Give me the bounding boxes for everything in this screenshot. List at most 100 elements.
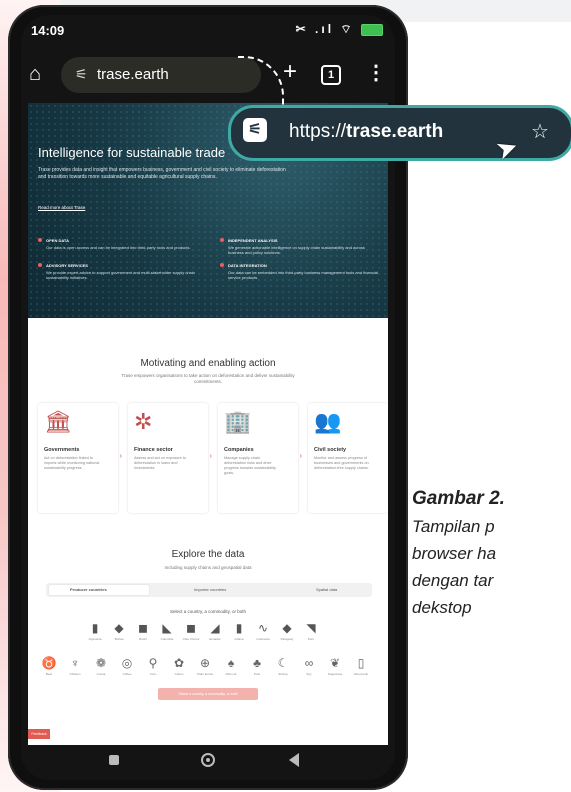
country-label: Colombia <box>160 637 174 641</box>
explore-cta-button[interactable]: Select a country, a commodity, or both <box>158 688 258 700</box>
feature-title: OPEN DATA <box>46 238 69 243</box>
status-time: 14:09 <box>31 23 65 38</box>
recent-apps-icon[interactable] <box>109 755 119 765</box>
section-subtitle: Trase empowers organisations to take act… <box>121 373 295 384</box>
card-companies[interactable]: 🏢 Companies Manage supply chain deforest… <box>218 403 302 513</box>
commodity-label: Beef <box>45 672 53 676</box>
status-bar: 14:09 ✂ .ıl ⌔ <box>21 15 395 45</box>
feature-independent-analysis: INDEPENDENT ANALYSIS We generate actionab… <box>220 238 378 255</box>
country-colombia-icon[interactable]: ◣ <box>160 621 174 635</box>
zoomed-url: https://trase.earth <box>289 121 443 143</box>
feature-open-data: OPEN DATA Our data is open access and can… <box>38 238 196 250</box>
read-more-link[interactable]: Read more about Trase <box>38 205 85 210</box>
section-title: Motivating and enabling action <box>140 358 276 369</box>
caption-title: Gambar 2. <box>412 488 505 509</box>
tab-importer-countries[interactable]: Importer countries <box>194 587 226 592</box>
sugarcane-icon[interactable]: ❦ <box>326 656 344 670</box>
country-cote-divoire-icon[interactable]: ◼ <box>184 621 198 635</box>
country-ecuador-icon[interactable]: ◢ <box>208 621 222 635</box>
wood-pulp-icon[interactable]: ▯ <box>352 656 370 670</box>
country-brazil-icon[interactable]: ◼ <box>136 621 150 635</box>
feature-text: We provide expert advice to support gove… <box>46 270 195 280</box>
chevron-right-icon: › <box>299 453 302 460</box>
commodity-label: Corn <box>149 672 157 676</box>
cotton-icon[interactable]: ✿ <box>170 656 188 670</box>
coffee-icon[interactable]: ◎ <box>118 656 136 670</box>
explore-title: Explore the data <box>171 549 245 560</box>
explore-subtitle: Including supply chains and geospatial d… <box>164 565 252 570</box>
home-button-icon[interactable] <box>201 753 215 767</box>
country-list: ▮ Argentina ◆ Bolivia ◼ Brazil ◣ Colombi… <box>88 621 338 641</box>
commodity-label: Cocoa <box>96 672 106 676</box>
feature-title: ADVISORY SERVICES <box>46 263 88 268</box>
network-icon: ✲ <box>134 409 153 434</box>
card-title: Companies <box>224 447 254 453</box>
country-label: Indonesia <box>256 637 270 641</box>
commodity-label: Sugarcane <box>327 672 343 676</box>
card-finance-sector[interactable]: ✲ Finance sector Assess and act on expos… <box>128 403 212 513</box>
corn-icon[interactable]: ⚲ <box>144 656 162 670</box>
commodity-label: Palm kernel <box>197 672 213 676</box>
feature-text: We generate actionable intelligence on s… <box>228 245 365 255</box>
hero-title: Intelligence for sustainable trade <box>38 145 226 160</box>
feature-title: INDEPENDENT ANALYSIS <box>228 238 278 243</box>
country-peru-icon[interactable]: ◥ <box>304 621 318 635</box>
card-text: Monitor and assess progress of businesse… <box>314 456 369 470</box>
figure-caption: Gambar 2. Tampilan p browser ha dengan t… <box>412 488 571 618</box>
commodity-label: Palm oil <box>225 672 237 676</box>
palm-kernel-icon[interactable]: ⊕ <box>196 656 214 670</box>
feedback-button[interactable]: Feedback <box>28 729 50 739</box>
address-bar[interactable]: ⚟ trase.earth <box>61 57 261 93</box>
commodity-label: Coffee <box>122 672 132 676</box>
more-menu-icon[interactable]: ⋮ <box>366 60 386 85</box>
chevron-right-icon: › <box>209 453 212 460</box>
card-civil-society[interactable]: 👥 Civil society Monitor and assess progr… <box>308 403 388 513</box>
web-page: Intelligence for sustainable trade Trase… <box>28 103 388 745</box>
chevron-right-icon: › <box>119 453 122 460</box>
card-governments[interactable]: 🏛 Governments Act on deforestation linke… <box>38 403 122 513</box>
commodity-list: ♉ Beef ♆ Chicken ❁ Cocoa ◎ Coffee ⚲ Corn… <box>40 656 380 680</box>
commodity-label: Pork <box>253 672 261 676</box>
select-label: Select a country, a commodity, or both <box>169 609 247 614</box>
explore-tabs: Producer countries Importer countries Sp… <box>46 583 372 597</box>
feature-bullet-icon <box>220 238 224 242</box>
country-label: Ghana <box>234 637 244 641</box>
country-label: Paraguay <box>280 637 294 641</box>
country-bolivia-icon[interactable]: ◆ <box>112 621 126 635</box>
site-settings-icon[interactable]: ⚟ <box>75 66 88 83</box>
soy-icon[interactable]: ∞ <box>300 656 318 670</box>
new-tab-icon[interactable]: + <box>283 58 297 86</box>
beef-icon[interactable]: ♉ <box>40 656 58 670</box>
android-nav-bar <box>21 745 395 780</box>
back-icon[interactable] <box>289 753 299 767</box>
feature-text: Our data can be embedded into third-part… <box>228 270 378 280</box>
caption-line: dengan tar <box>412 571 494 590</box>
commodity-label: Chicken <box>69 672 81 676</box>
battery-icon <box>361 23 383 36</box>
tab-spatial-data[interactable]: Spatial data <box>316 587 337 592</box>
commodity-label: Cotton <box>174 672 184 676</box>
tab-switcher-icon[interactable]: 1 <box>321 65 341 85</box>
address-bar-url: trase.earth <box>97 66 169 83</box>
site-settings-icon: ⚟ <box>243 118 267 142</box>
tab-producer-countries[interactable]: Producer countries <box>70 587 107 592</box>
country-ghana-icon[interactable]: ▮ <box>232 621 246 635</box>
chicken-icon[interactable]: ♆ <box>66 656 84 670</box>
country-label: Côte d'Ivoire <box>182 637 200 641</box>
country-label: Argentina <box>88 637 102 641</box>
pork-icon[interactable]: ♣ <box>248 656 266 670</box>
home-icon[interactable]: ⌂ <box>29 63 41 86</box>
url-prefix: https:// <box>289 121 347 142</box>
cocoa-icon[interactable]: ❁ <box>92 656 110 670</box>
browser-toolbar: ⌂ ⚟ trase.earth + 1 ⋮ <box>21 47 395 97</box>
country-indonesia-icon[interactable]: ∿ <box>256 621 270 635</box>
card-title: Governments <box>44 447 80 453</box>
shrimp-icon[interactable]: ☾ <box>274 656 292 670</box>
country-label: Brazil <box>139 637 147 641</box>
card-text: Assess and act on exposure to deforestat… <box>134 456 186 470</box>
country-paraguay-icon[interactable]: ◆ <box>280 621 294 635</box>
card-text: Act on deforestation linked to imports w… <box>44 456 100 470</box>
country-argentina-icon[interactable]: ▮ <box>88 621 102 635</box>
palm-oil-icon[interactable]: ♠ <box>222 656 240 670</box>
government-building-icon: 🏛 <box>44 409 72 434</box>
